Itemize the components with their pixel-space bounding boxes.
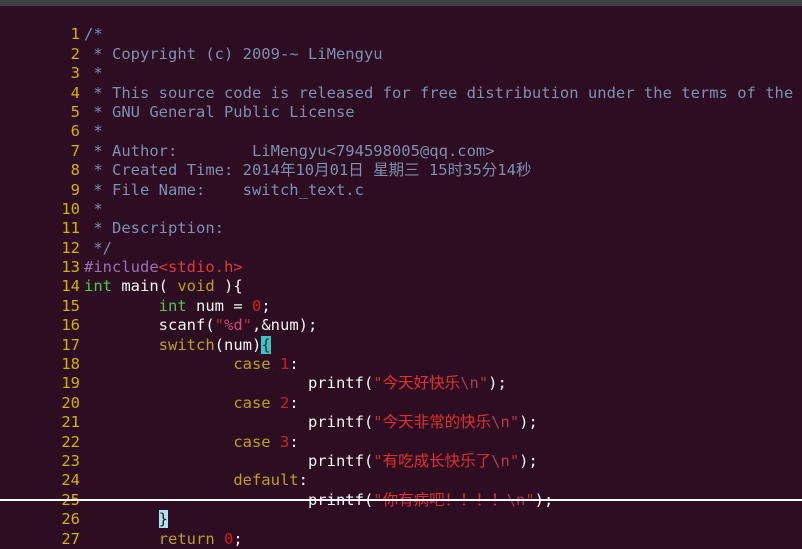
code-line[interactable]: 17 switch(num){ [0,316,802,354]
code-line[interactable]: 28} [0,530,802,549]
code-line[interactable]: 1/* [0,6,802,43]
code-line[interactable]: 13 #include<stdio.h> [0,239,802,276]
code-line[interactable]: 7 * Author: LiMengyu<794598005@qq.com> [0,122,802,160]
code-line[interactable]: 6 * [0,103,802,140]
code-line[interactable]: 12 */ [0,219,802,257]
code-editor-window[interactable]: 1/* 2 * Copyright (c) 2009-~ LiMengyu 3 … [0,0,802,549]
code-line[interactable]: 9 * File Name: switch_text.c [0,161,802,199]
code-line[interactable]: 19 printf("今天好快乐\n"); [0,355,802,392]
code-line[interactable]: 8 * Created Time: 2014年10月01日 星期三 15时35分… [0,142,802,179]
code-line[interactable]: 18 case 1: [0,336,802,373]
code-line[interactable]: 21 printf("今天非常的快乐\n"); [0,394,802,431]
code-line[interactable]: 15 int num = 0; [0,277,802,315]
code-line[interactable]: 27 return 0; [0,510,802,548]
code-line[interactable]: 24 default: [0,452,802,489]
code-line[interactable]: 10 * [0,181,802,218]
code-line[interactable]: 25 printf("你有病吧！！！！\n"); [0,471,802,509]
code-line[interactable]: 5 * GNU General Public License [0,84,802,121]
code-line[interactable]: 22 case 3: [0,413,802,451]
code-line[interactable]: 4 * This source code is released for fre… [0,64,802,102]
code-lines-container[interactable]: 1/* 2 * Copyright (c) 2009-~ LiMengyu 3 … [0,6,802,549]
code-line[interactable]: 2 * Copyright (c) 2009-~ LiMengyu [0,25,802,63]
code-line[interactable]: 11 * Description: [0,200,802,237]
code-line[interactable]: 3 * [0,45,802,82]
code-line[interactable]: 16 scanf("%d",&num); [0,297,802,334]
code-line[interactable]: 23 printf("有吃成长快乐了\n"); [0,433,802,470]
code-line[interactable]: 14 int main( void ){ [0,258,802,295]
code-line[interactable]: 20 case 2: [0,374,802,412]
cursorline-separator [0,499,802,501]
